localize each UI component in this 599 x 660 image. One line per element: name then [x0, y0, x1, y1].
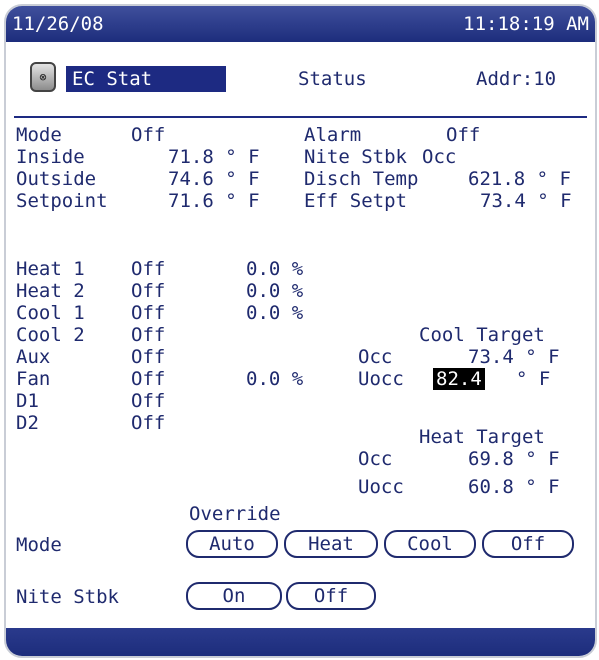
mode-override-label: Mode [16, 534, 62, 556]
mode-heat-button[interactable]: Heat [284, 530, 378, 558]
eff-setpt-label: Eff Setpt [304, 190, 407, 212]
heat-uocc-label: Uocc [358, 476, 404, 498]
outside-value: 74.6 ° F [168, 168, 260, 190]
stage-state: Off [131, 324, 166, 346]
stage-state: Off [131, 346, 166, 368]
stage-percent: 0.0 % [246, 280, 304, 302]
mode-off-button[interactable]: Off [482, 530, 574, 558]
mode-label: Mode [16, 124, 62, 146]
stage-percent: 0.0 % [246, 368, 304, 390]
alarm-value: Off [446, 124, 481, 146]
alarm-label: Alarm [304, 124, 362, 146]
nite-off-button[interactable]: Off [286, 582, 376, 610]
nite-stbk-value: Occ [422, 146, 457, 168]
status-bar: 11/26/08 11:18:19 AM [6, 6, 595, 42]
mode-cool-button[interactable]: Cool [384, 530, 476, 558]
stage-label: D2 [16, 412, 39, 434]
outside-label: Outside [16, 168, 97, 190]
nite-stbk-label: Nite Stbk [304, 146, 407, 168]
stage-state: Off [131, 390, 166, 412]
setpoint-value: 71.6 ° F [168, 190, 260, 212]
stage-label: Cool 1 [16, 302, 85, 324]
cool-uocc-unit: ° F [516, 368, 551, 390]
inside-label: Inside [16, 146, 85, 168]
time-readout: 11:18:19 AM [463, 13, 589, 35]
cool-uocc-label: Uocc [358, 368, 404, 390]
stage-label: Aux [16, 346, 51, 368]
address-label: Addr:10 [476, 68, 557, 90]
status-label: Status [298, 68, 367, 90]
heat-target-title: Heat Target [419, 426, 545, 448]
bottom-bar [6, 628, 595, 656]
disch-temp-label: Disch Temp [304, 168, 419, 190]
stage-state: Off [131, 368, 166, 390]
heat-uocc-value: 60.8 ° F [468, 476, 560, 498]
override-title: Override [189, 503, 281, 525]
stage-state: Off [131, 258, 166, 280]
cool-target-title: Cool Target [419, 324, 545, 346]
disch-temp-value: 621.8 ° F [468, 168, 571, 190]
divider [14, 116, 587, 118]
device-name-field[interactable]: EC Stat [66, 66, 226, 92]
date-readout: 11/26/08 [12, 13, 104, 35]
cool-occ-label: Occ [358, 346, 393, 368]
mode-auto-button[interactable]: Auto [186, 530, 278, 558]
stage-state: Off [131, 412, 166, 434]
thermostat-icon: ⊗ [30, 62, 56, 92]
heat-occ-value: 69.8 ° F [468, 448, 560, 470]
stage-percent: 0.0 % [246, 258, 304, 280]
cool-uocc-field[interactable]: 82.4 [433, 368, 485, 390]
mode-value: Off [131, 124, 166, 146]
stage-percent: 0.0 % [246, 302, 304, 324]
stage-state: Off [131, 302, 166, 324]
stage-label: Heat 2 [16, 280, 85, 302]
nite-stbk-override-label: Nite Stbk [16, 586, 119, 608]
thermostat-panel: 11/26/08 11:18:19 AM ⊗ EC Stat Status Ad… [4, 4, 597, 658]
stage-label: D1 [16, 390, 39, 412]
stage-label: Heat 1 [16, 258, 85, 280]
nite-on-button[interactable]: On [186, 582, 282, 610]
device-header: ⊗ EC Stat Status Addr:10 [6, 50, 595, 116]
cool-occ-value: 73.4 ° F [468, 346, 560, 368]
inside-value: 71.8 ° F [168, 146, 260, 168]
setpoint-label: Setpoint [16, 190, 108, 212]
eff-setpt-value: 73.4 ° F [480, 190, 572, 212]
heat-occ-label: Occ [358, 448, 393, 470]
stage-state: Off [131, 280, 166, 302]
stage-label: Cool 2 [16, 324, 85, 346]
stage-label: Fan [16, 368, 51, 390]
